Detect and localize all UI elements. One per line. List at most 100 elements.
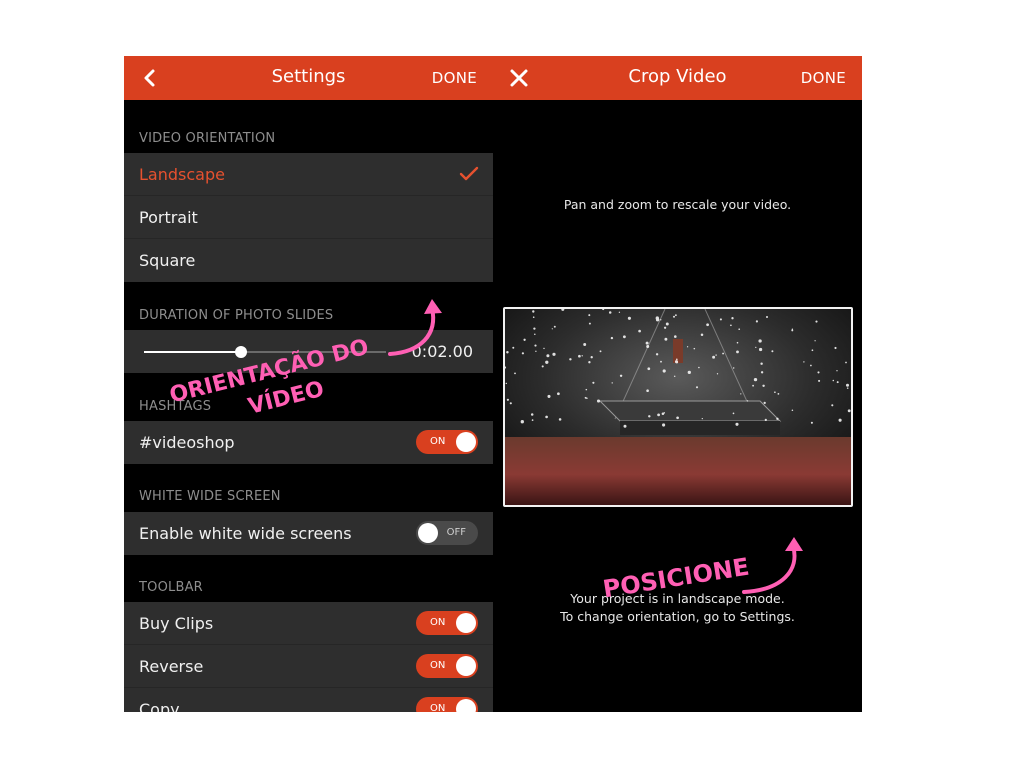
mode-message-line1: Your project is in landscape mode. [570,591,785,606]
phone-light [623,424,627,428]
orientation-list: Landscape Portrait Square [124,153,493,282]
phone-light [648,415,651,418]
toggle-state: OFF [446,527,466,538]
section-header-toolbar: TOOLBAR [139,580,203,595]
crop-instruction: Pan and zoom to rescale your video. [563,197,792,212]
phone-light [817,371,820,374]
mode-message-line2: To change orientation, go to Settings. [560,609,795,624]
phone-light [596,399,601,403]
checkmark-icon [459,166,479,181]
toggle-knob [418,523,438,543]
toolbar-item-reverse: Reverse ON [124,645,493,688]
phone-light [638,329,641,333]
phone-light [532,316,535,318]
phone-light [599,350,602,353]
toolbar-item-label: Reverse [139,657,204,676]
phone-light [552,352,556,356]
phone-light [715,354,717,356]
orientation-option-landscape[interactable]: Landscape [124,153,493,196]
video-thumbnail [505,309,851,505]
slider-handle[interactable] [234,346,247,358]
phone-light [647,367,651,371]
phone-light [846,387,849,389]
phone-light [655,316,659,320]
phone-light [578,354,581,358]
phone-light [588,314,591,317]
white-wide-row: Enable white wide screens OFF [124,512,493,555]
phone-light [673,375,676,378]
toggle-knob [456,613,476,633]
done-button[interactable]: DONE [801,56,846,100]
phone-light [543,347,545,350]
phone-light [655,353,659,356]
phone-light [810,364,812,367]
phone-light [588,322,591,325]
phone-light [674,335,677,338]
phone-light [541,365,544,368]
phone-light [532,310,535,313]
phone-light [776,417,779,420]
phone-light [774,391,776,394]
phone-light [838,418,842,422]
phone-light [706,323,709,327]
phone-light [660,360,662,363]
video-crop-frame[interactable] [503,307,853,507]
phone-light [815,320,818,323]
phone-light [551,328,553,330]
white-wide-group: Enable white wide screens OFF [124,512,493,555]
phone-light [533,327,536,330]
phone-light [581,355,583,357]
section-header-video-orientation: VIDEO ORIENTATION [139,131,276,146]
slider-fill [144,351,241,353]
phone-light [755,346,757,349]
phone-light [545,360,549,364]
phone-light [836,370,838,372]
hashtag-label: #videoshop [139,433,235,452]
toolbar-item-buy-clips: Buy Clips ON [124,602,493,645]
done-button[interactable]: DONE [432,56,477,100]
phone-light [674,314,677,317]
phone-light [760,362,763,365]
phone-light [814,340,816,342]
phone-light [509,402,512,405]
orientation-option-square[interactable]: Square [124,239,493,282]
phone-light [545,415,548,419]
phone-light [646,345,650,348]
phone-light [506,398,509,401]
copy-toggle[interactable]: ON [416,697,478,712]
reverse-toggle[interactable]: ON [416,654,478,678]
phone-light [610,336,614,340]
phone-light [818,379,821,382]
phone-light [622,335,626,339]
phone-light [506,350,509,354]
toggle-state: ON [430,660,446,671]
duration-slider-row: 0:02.00 [124,330,493,373]
buy-clips-toggle[interactable]: ON [416,611,478,635]
hashtag-toggle[interactable]: ON [416,430,478,454]
phone-light [791,409,794,411]
duration-slider[interactable] [144,346,386,358]
phone-light [834,346,837,350]
toggle-knob [456,699,476,712]
white-wide-label: Enable white wide screens [139,524,352,543]
phone-light [732,412,735,415]
phone-light [722,352,725,355]
phone-light [646,389,649,393]
hashtag-group: #videoshop ON [124,421,493,464]
phone-light [514,372,516,375]
orientation-option-portrait[interactable]: Portrait [124,196,493,239]
phone-light [512,346,515,349]
phone-light [832,379,835,382]
phone-light [590,356,593,359]
option-label: Square [139,251,196,270]
option-label: Portrait [139,208,198,227]
phone-light [627,316,631,320]
toggle-state: ON [430,703,446,712]
phone-light [584,396,587,399]
white-wide-toggle[interactable]: OFF [416,521,478,545]
phone-light [660,319,662,321]
phone-light [553,325,556,328]
toggle-state: ON [430,436,446,447]
phone-light [738,328,741,331]
phone-light [845,383,850,387]
